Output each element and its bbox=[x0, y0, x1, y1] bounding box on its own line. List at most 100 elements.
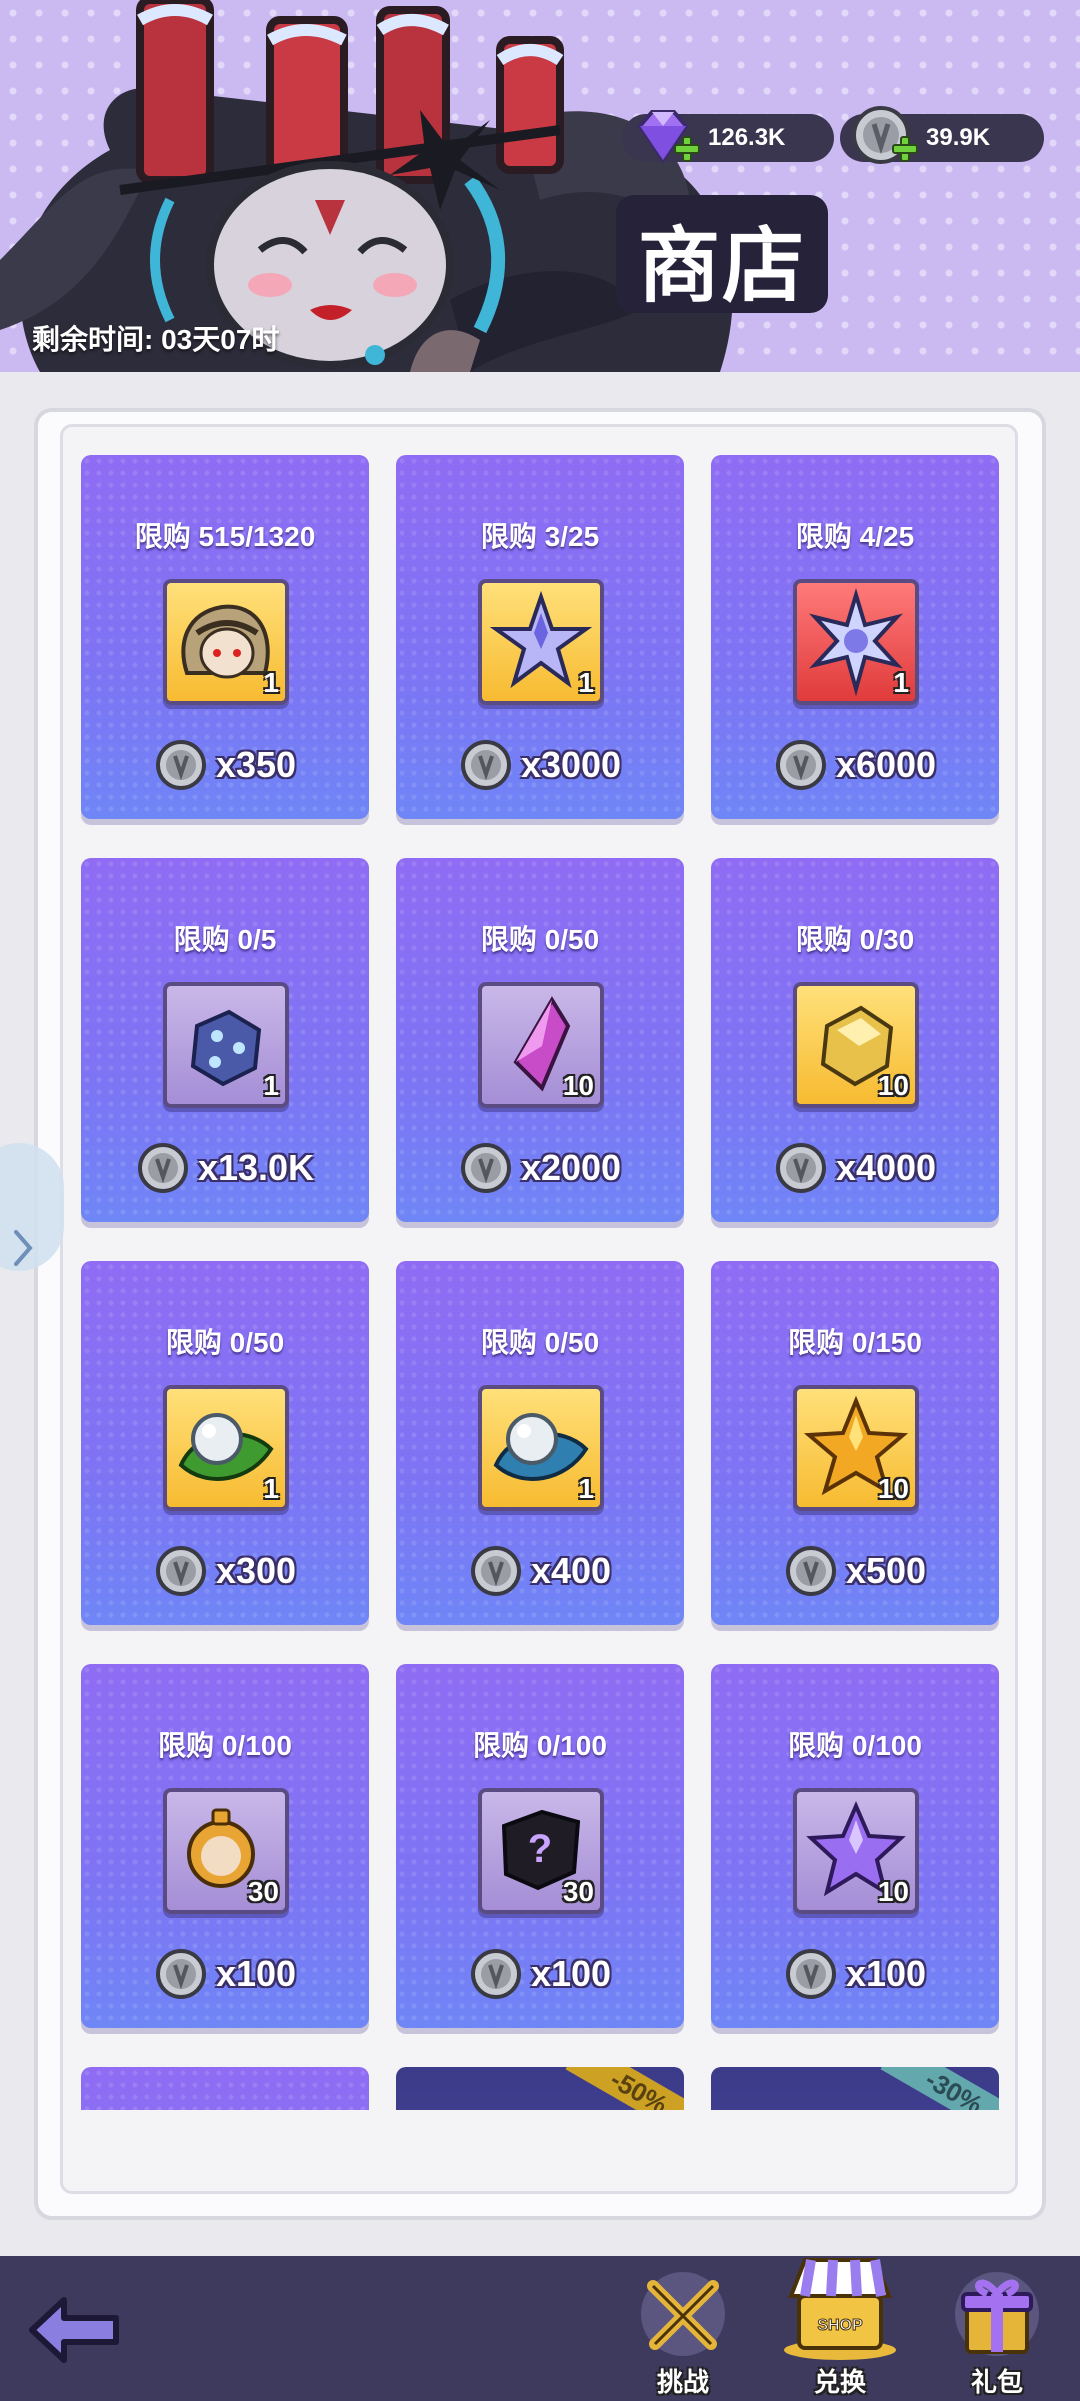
item-price[interactable]: x3000 bbox=[396, 738, 684, 792]
item-slot: 10 bbox=[793, 1385, 919, 1511]
nav-gift[interactable]: 礼包 bbox=[932, 2262, 1062, 2398]
item-price[interactable]: x13.0K bbox=[81, 1141, 369, 1195]
svg-text:?: ? bbox=[528, 1827, 552, 1871]
purchase-limit: 限购 515/1320 bbox=[134, 521, 316, 552]
price-label: x400 bbox=[530, 1550, 612, 1591]
nav-gift-label: 礼包 bbox=[970, 2367, 1023, 2397]
shop-item-card[interactable] bbox=[81, 2067, 369, 2110]
item-quantity: 10 bbox=[562, 1070, 594, 1101]
shop-item-card[interactable]: 限购 3/25 1 x3000 bbox=[396, 455, 684, 819]
price-label: x100 bbox=[845, 1953, 927, 1994]
price-label: x4000 bbox=[835, 1147, 937, 1188]
shop-item-card[interactable]: 限购 0/50 1 x400 bbox=[396, 1261, 684, 1625]
item-slot: 1 bbox=[163, 579, 289, 705]
coin-amount: 39.9K bbox=[926, 124, 991, 151]
silver-coin-icon bbox=[775, 740, 826, 790]
silver-coin-icon bbox=[785, 1546, 836, 1596]
shop-item-card[interactable]: 限购 0/50 1 x300 bbox=[81, 1261, 369, 1625]
add-gems-icon[interactable] bbox=[674, 136, 700, 162]
discount-ribbon: -50% bbox=[565, 2067, 684, 2110]
item-slot: 1 bbox=[478, 1385, 604, 1511]
gift-box-icon bbox=[955, 2272, 1039, 2356]
item-price[interactable]: x350 bbox=[81, 738, 369, 792]
shop-item-card[interactable]: 限购 0/100 30 x100 bbox=[81, 1664, 369, 2028]
purchase-limit: 限购 0/50 bbox=[480, 1327, 600, 1358]
item-quantity: 30 bbox=[562, 1876, 594, 1907]
silver-coin-icon bbox=[155, 1949, 206, 1999]
coin-balance[interactable]: 39.9K bbox=[840, 106, 1044, 164]
price-label: x300 bbox=[215, 1550, 297, 1591]
gem-amount: 126.3K bbox=[708, 124, 786, 151]
item-quantity: 10 bbox=[877, 1070, 909, 1101]
price-label: x13.0K bbox=[197, 1147, 315, 1188]
item-slot: 10 bbox=[478, 982, 604, 1108]
shop-item-card[interactable]: 限购 0/150 10 x500 bbox=[711, 1261, 999, 1625]
purchase-limit: 限购 0/150 bbox=[788, 1327, 922, 1358]
silver-coin-icon bbox=[775, 1143, 826, 1193]
purchase-limit: 限购 3/25 bbox=[480, 521, 600, 552]
item-slot: 1 bbox=[478, 579, 604, 705]
silver-coin-icon bbox=[155, 1546, 206, 1596]
gem-balance[interactable]: 126.3K bbox=[622, 110, 834, 164]
purchase-limit: 限购 0/50 bbox=[165, 1327, 285, 1358]
back-arrow-icon[interactable] bbox=[24, 2292, 124, 2368]
price-label: x6000 bbox=[835, 744, 937, 785]
chevron-right-icon[interactable] bbox=[10, 1226, 36, 1270]
item-price[interactable]: x300 bbox=[81, 1544, 369, 1598]
item-quantity: 10 bbox=[877, 1876, 909, 1907]
purchase-limit: 限购 4/25 bbox=[795, 521, 915, 552]
silver-coin-icon bbox=[155, 740, 206, 790]
discount-item-card[interactable]: -50% bbox=[396, 2067, 684, 2110]
item-slot: 30 bbox=[163, 1788, 289, 1914]
nav-exchange[interactable]: SHOP 兑换 bbox=[775, 2258, 905, 2398]
silver-coin-icon bbox=[785, 1949, 836, 1999]
discount-ribbon: -30% bbox=[880, 2067, 999, 2110]
crossed-swords-icon bbox=[641, 2272, 725, 2356]
shop-item-card[interactable]: 限购 515/1320 1 x350 bbox=[81, 455, 369, 819]
price-label: x3000 bbox=[520, 744, 622, 785]
item-quantity: 1 bbox=[893, 667, 909, 698]
page-title: 商店 bbox=[637, 219, 806, 314]
nav-exchange-label: 兑换 bbox=[813, 2367, 866, 2397]
item-slot: 10 bbox=[793, 982, 919, 1108]
price-label: x100 bbox=[530, 1953, 612, 1994]
shop-item-card[interactable]: 限购 0/100 10 x100 bbox=[711, 1664, 999, 2028]
item-price[interactable]: x500 bbox=[711, 1544, 999, 1598]
discount-item-card[interactable]: -30% bbox=[711, 2067, 999, 2110]
item-quantity: 1 bbox=[578, 667, 594, 698]
item-slot: 1 bbox=[163, 982, 289, 1108]
price-label: x500 bbox=[845, 1550, 927, 1591]
remaining-time: 剩余时间: 03天07时 bbox=[32, 324, 280, 355]
purchase-limit: 限购 0/100 bbox=[473, 1730, 607, 1761]
shop-banner: 126.3K 39.9K 商店 剩余时间: 03天07时 bbox=[0, 0, 1080, 372]
item-slot: 1 bbox=[163, 1385, 289, 1511]
shop-item-card[interactable]: 限购 0/5 1 x13.0K bbox=[81, 858, 369, 1222]
shop-item-card[interactable]: 限购 0/100 ? 30 x100 bbox=[396, 1664, 684, 2028]
price-label: x100 bbox=[215, 1953, 297, 1994]
item-price[interactable]: x2000 bbox=[396, 1141, 684, 1195]
shop-item-card[interactable]: 限购 4/25 1 x6000 bbox=[711, 455, 999, 819]
nav-challenge-label: 挑战 bbox=[656, 2367, 709, 2397]
item-quantity: 1 bbox=[263, 667, 279, 698]
item-price[interactable]: x100 bbox=[711, 1947, 999, 2001]
shop-sign: SHOP bbox=[817, 2317, 863, 2334]
shop-item-card[interactable]: 限购 0/30 10 x4000 bbox=[711, 858, 999, 1222]
shop-item-grid[interactable]: 限购 515/1320 1 x350 限购 3/25 1 x3000 限购 4/… bbox=[68, 430, 1012, 2110]
item-price[interactable]: x6000 bbox=[711, 738, 999, 792]
add-coins-icon[interactable] bbox=[892, 136, 918, 162]
nav-challenge[interactable]: 挑战 bbox=[618, 2262, 748, 2398]
item-price[interactable]: x4000 bbox=[711, 1141, 999, 1195]
item-slot: 10 bbox=[793, 1788, 919, 1914]
purchase-limit: 限购 0/30 bbox=[795, 924, 915, 955]
item-price[interactable]: x100 bbox=[81, 1947, 369, 2001]
item-slot: ? 30 bbox=[478, 1788, 604, 1914]
silver-coin-icon bbox=[470, 1949, 521, 1999]
item-price[interactable]: x400 bbox=[396, 1544, 684, 1598]
price-label: x350 bbox=[215, 744, 297, 785]
shop-stall-icon: SHOP bbox=[784, 2258, 896, 2360]
shop-item-card[interactable]: 限购 0/50 10 x2000 bbox=[396, 858, 684, 1222]
item-price[interactable]: x100 bbox=[396, 1947, 684, 2001]
silver-coin-icon bbox=[137, 1143, 188, 1193]
silver-coin-icon bbox=[470, 1546, 521, 1596]
bottom-nav bbox=[0, 2256, 1080, 2401]
